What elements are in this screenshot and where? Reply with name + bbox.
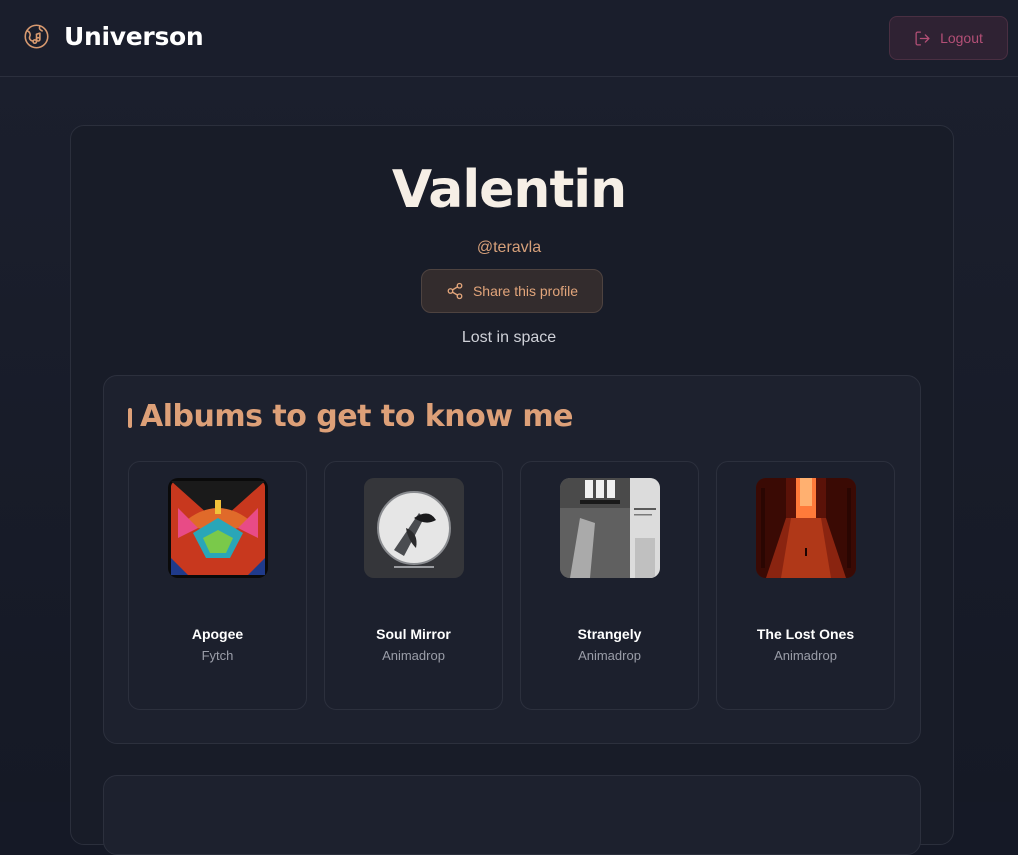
brand[interactable]: Universon bbox=[23, 22, 204, 51]
brand-name: Universon bbox=[64, 22, 204, 51]
album-artist: Fytch bbox=[201, 648, 234, 663]
profile-name: Valentin bbox=[391, 160, 627, 220]
next-section bbox=[103, 775, 921, 855]
share-icon bbox=[447, 282, 463, 300]
album-cover-apogee bbox=[168, 478, 268, 578]
album-card-the-lost-ones[interactable]: The Lost Ones Animadrop bbox=[716, 461, 895, 710]
album-title: Apogee bbox=[191, 626, 244, 642]
logout-button[interactable]: Logout bbox=[889, 16, 1008, 60]
album-card-apogee[interactable]: Apogee Fytch bbox=[128, 461, 307, 710]
album-cover-strangely bbox=[560, 478, 660, 578]
album-title: Strangely bbox=[577, 626, 642, 642]
album-card-soul-mirror[interactable]: Soul Mirror Animadrop bbox=[324, 461, 503, 710]
album-title: The Lost Ones bbox=[756, 626, 855, 642]
logout-icon bbox=[915, 30, 930, 46]
album-artist: Animadrop bbox=[774, 648, 837, 663]
album-artist: Animadrop bbox=[578, 648, 641, 663]
share-profile-button[interactable]: Share this profile bbox=[421, 269, 603, 313]
share-profile-label: Share this profile bbox=[472, 283, 579, 299]
album-card-strangely[interactable]: Strangely Animadrop bbox=[520, 461, 699, 710]
profile-bio: Lost in space bbox=[461, 329, 557, 346]
section-accent-bar bbox=[128, 408, 132, 428]
album-cover-the-lost-ones bbox=[756, 478, 856, 578]
album-cover-soul-mirror bbox=[364, 478, 464, 578]
album-artist: Animadrop bbox=[382, 648, 445, 663]
albums-section-title: Albums to get to know me bbox=[140, 399, 573, 434]
app-header: Universon Logout bbox=[0, 0, 1018, 77]
music-globe-icon bbox=[24, 24, 49, 49]
profile-handle: @teravla bbox=[476, 239, 542, 256]
logout-label: Logout bbox=[940, 30, 983, 46]
album-title: Soul Mirror bbox=[376, 626, 451, 642]
